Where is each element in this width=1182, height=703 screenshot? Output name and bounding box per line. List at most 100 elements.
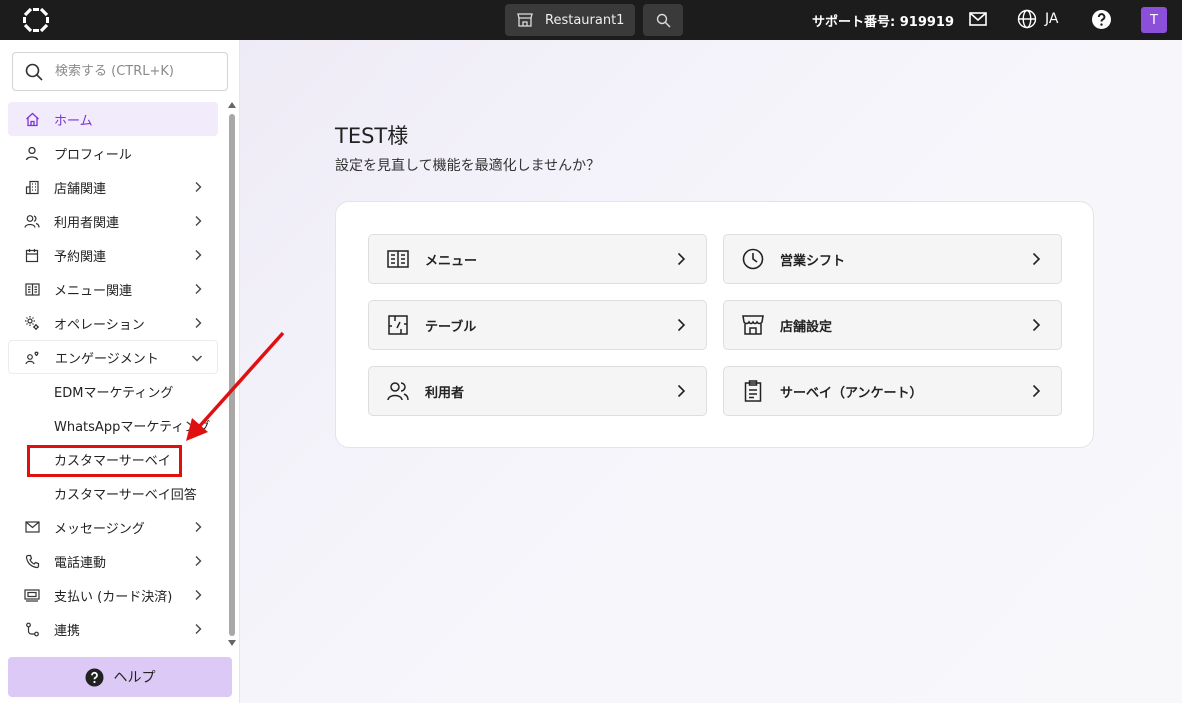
mail-icon[interactable] [968,11,988,27]
page-subtitle: 設定を見直して機能を最適化しませんか？ [335,158,601,174]
tile-label: 店舗設定 [780,319,833,335]
chevron-right-icon [195,216,202,226]
chevron-right-icon [195,318,202,328]
annotation-highlight-box [27,445,182,477]
mail-icon [24,519,40,535]
sidebar-scrollbar[interactable] [227,102,237,650]
main-content: TEST様 設定を見直して機能を最適化しませんか？ メニュー 営業シフト テーブ… [240,40,1182,703]
search-icon [656,13,670,27]
sidebar-item-phone[interactable]: 電話連動 [8,544,218,578]
sidebar-item-label: オペレーション [54,317,145,333]
tile-table[interactable]: テーブル [368,300,707,350]
chevron-down-icon [192,355,202,362]
calendar-icon [24,247,40,263]
chevron-right-icon [1032,384,1041,398]
chevron-right-icon [1032,318,1041,332]
help-button[interactable]: ヘルプ [8,657,232,697]
app-logo-icon[interactable] [22,7,50,33]
clock-icon [742,248,764,270]
integration-icon [24,621,40,637]
tile-label: 営業シフト [780,253,846,269]
menu-book-icon [24,281,40,297]
tile-label: 利用者 [425,385,465,401]
sidebar-item-label: メニュー関連 [54,283,133,299]
sidebar-item-messaging[interactable]: メッセージング [8,510,218,544]
chevron-right-icon [1032,252,1041,266]
operations-gear-icon [24,315,40,331]
sidebar-item-label: 予約関連 [54,249,107,265]
tile-survey[interactable]: サーベイ（アンケート） [723,366,1062,416]
sidebar-item-home[interactable]: ホーム [8,102,218,136]
tile-label: サーベイ（アンケート） [780,385,923,401]
help-button-label: ヘルプ [113,670,156,686]
sidebar: ホーム プロフィール 店舗関連 利用者関連 予約関連 メニュー関連 [0,40,240,703]
page-title: TEST様 [335,124,409,148]
sidebar-item-label: エンゲージメント [55,351,159,367]
building-icon [24,179,40,195]
storefront-icon [517,13,533,27]
menu-book-icon [387,248,409,270]
sidebar-item-label: 利用者関連 [54,215,120,231]
sidebar-subitem-edm-marketing[interactable]: EDMマーケティング [8,374,218,408]
scrollbar-thumb[interactable] [229,114,235,636]
sidebar-item-profile[interactable]: プロフィール [8,136,218,170]
chevron-right-icon [195,624,202,634]
user-icon [24,145,40,161]
sidebar-item-users[interactable]: 利用者関連 [8,204,218,238]
sidebar-search[interactable] [12,52,228,91]
store-name: Restaurant1 [545,12,625,28]
global-search-button[interactable] [643,4,683,36]
users-icon [24,213,40,229]
home-icon [24,111,40,127]
storefront-icon [742,314,764,336]
sidebar-item-reservations[interactable]: 予約関連 [8,238,218,272]
clipboard-icon [742,380,764,402]
sidebar-item-label: プロフィール [54,147,132,163]
sidebar-search-input[interactable] [55,64,205,79]
sidebar-item-label: 電話連動 [54,555,107,571]
sidebar-nav: ホーム プロフィール 店舗関連 利用者関連 予約関連 メニュー関連 オペレーショ… [8,102,218,646]
sidebar-item-engagement[interactable]: エンゲージメント [8,340,218,374]
globe-icon [1017,9,1037,29]
language-selector[interactable]: JA [1017,9,1058,29]
tile-menu[interactable]: メニュー [368,234,707,284]
tile-users[interactable]: 利用者 [368,366,707,416]
chevron-right-icon [195,522,202,532]
support-number: サポート番号: 919919 [812,15,954,30]
store-selector-button[interactable]: Restaurant1 [505,4,635,36]
chevron-right-icon [677,384,686,398]
chevron-right-icon [195,182,202,192]
tile-business-shift[interactable]: 営業シフト [723,234,1062,284]
help-icon [85,668,103,686]
sidebar-subitem-customer-survey-responses[interactable]: カスタマーサーベイ回答 [8,476,218,510]
phone-icon [24,553,40,569]
engagement-icon [25,349,41,365]
sidebar-subitem-whatsapp-marketing[interactable]: WhatsAppマーケティング [8,408,218,442]
sidebar-item-label: メッセージング [54,521,145,537]
scroll-down-arrow-icon[interactable] [228,640,236,646]
tile-label: テーブル [425,319,477,335]
sidebar-item-label: 連携 [54,623,81,639]
user-avatar[interactable]: T [1141,7,1167,33]
table-icon [387,314,409,336]
sidebar-item-payments[interactable]: 支払い (カード決済) [8,578,218,612]
payment-icon [24,587,40,603]
search-icon [25,63,43,81]
quick-settings-card: メニュー 営業シフト テーブル 店舗設定 利用者 サーベイ（アンケート） [335,201,1094,448]
sidebar-item-store[interactable]: 店舗関連 [8,170,218,204]
tile-label: メニュー [425,253,478,269]
chevron-right-icon [195,590,202,600]
chevron-right-icon [677,252,686,266]
chevron-right-icon [195,250,202,260]
sidebar-item-label: ホーム [54,113,93,129]
top-bar: Restaurant1 サポート番号: 919919 JA T [0,0,1182,40]
chevron-right-icon [677,318,686,332]
sidebar-item-integrations[interactable]: 連携 [8,612,218,646]
scroll-up-arrow-icon[interactable] [228,102,236,108]
tile-store-settings[interactable]: 店舗設定 [723,300,1062,350]
users-icon [387,380,409,402]
help-icon[interactable] [1091,9,1112,30]
sidebar-item-operations[interactable]: オペレーション [8,306,218,340]
language-label: JA [1045,11,1059,27]
sidebar-item-menu[interactable]: メニュー関連 [8,272,218,306]
